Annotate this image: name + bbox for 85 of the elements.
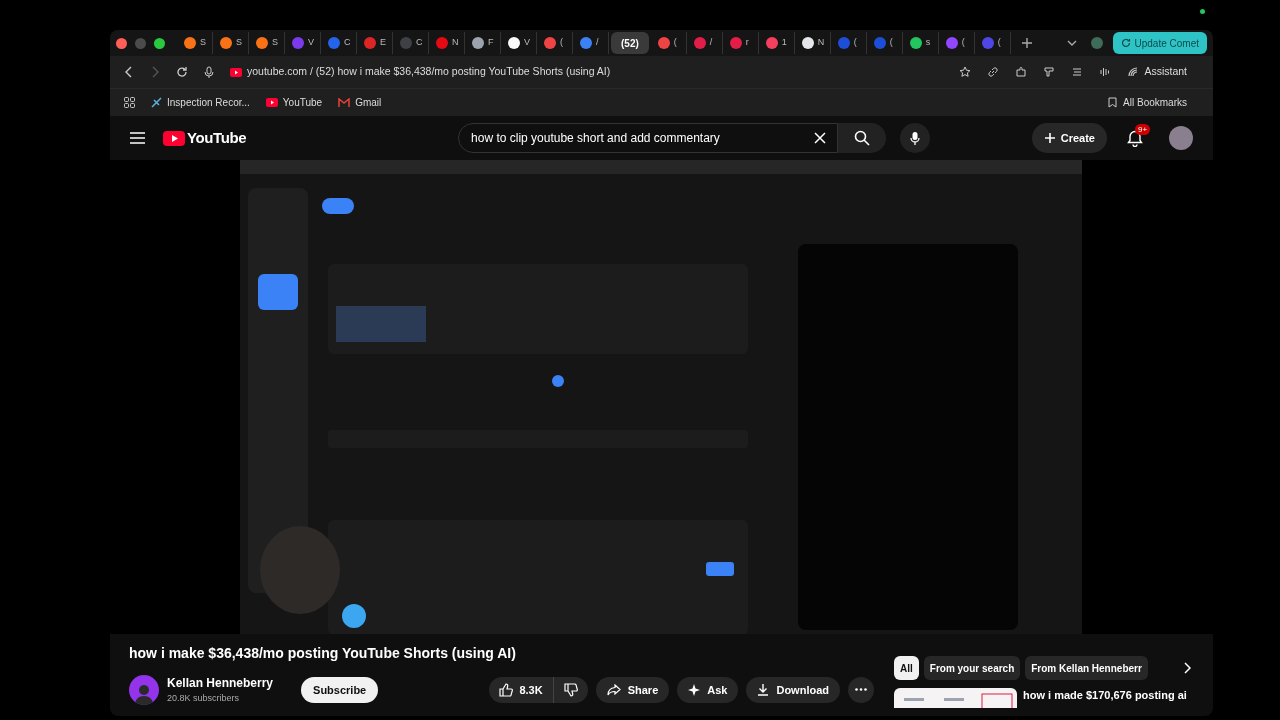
link-icon[interactable] bbox=[987, 66, 1000, 78]
more-button[interactable] bbox=[848, 676, 874, 703]
browser-tab[interactable]: C bbox=[321, 32, 357, 54]
channel-avatar[interactable] bbox=[129, 674, 159, 705]
share-icon bbox=[606, 683, 621, 696]
filter-chip[interactable]: From your search bbox=[923, 656, 1021, 680]
subscriber-count: 20.8K subscribers bbox=[167, 692, 241, 705]
star-icon[interactable] bbox=[959, 66, 972, 78]
download-icon bbox=[757, 683, 770, 697]
browser-tab[interactable]: ( bbox=[938, 32, 975, 54]
youtube-logo-icon[interactable] bbox=[163, 130, 185, 146]
browser-tab[interactable]: / bbox=[573, 32, 609, 54]
new-tab-icon[interactable] bbox=[1020, 37, 1033, 49]
ask-button[interactable]: Ask bbox=[677, 676, 739, 703]
browser-tab[interactable]: ( bbox=[974, 32, 1011, 54]
back-icon[interactable] bbox=[124, 66, 134, 78]
microphone-icon[interactable] bbox=[204, 65, 214, 79]
youtube-logo[interactable]: YouTube bbox=[187, 126, 247, 150]
chevron-right-icon[interactable] bbox=[1183, 662, 1191, 674]
browser-tab[interactable]: F bbox=[465, 32, 501, 54]
all-bookmarks-button[interactable]: All Bookmarks bbox=[1108, 95, 1187, 110]
search-field[interactable]: how to clip youtube short and add commentary bbox=[458, 123, 839, 153]
youtube-icon bbox=[230, 67, 242, 77]
browser-tab[interactable]: s bbox=[902, 32, 939, 54]
browser-tab[interactable]: C bbox=[393, 32, 429, 54]
browser-tab[interactable]: N bbox=[429, 32, 465, 54]
browser-tab[interactable]: N bbox=[794, 32, 831, 54]
filter-chip[interactable]: From Kellan Henneberr bbox=[1025, 656, 1148, 680]
browser-tab[interactable]: (52) bbox=[611, 32, 649, 54]
channel-name[interactable]: Kellan Henneberry bbox=[167, 674, 274, 692]
clear-icon[interactable] bbox=[814, 132, 827, 144]
reload-icon[interactable] bbox=[176, 66, 188, 78]
more-icon bbox=[855, 688, 867, 692]
refresh-icon bbox=[1120, 38, 1131, 48]
browser-tab[interactable]: S bbox=[249, 32, 285, 54]
zoom-window-button[interactable] bbox=[154, 37, 165, 49]
browser-tab[interactable]: ( bbox=[830, 32, 867, 54]
recommended-video-title[interactable]: how i made $170,676 posting ai bbox=[1023, 688, 1187, 708]
search-button[interactable] bbox=[838, 123, 887, 153]
assistant-icon bbox=[1127, 66, 1140, 78]
browser-tab[interactable]: S bbox=[177, 32, 213, 54]
filter-chip[interactable]: All bbox=[894, 656, 919, 680]
plus-icon bbox=[1043, 132, 1056, 144]
bookmark[interactable]: Gmail bbox=[338, 95, 382, 110]
waveform-icon[interactable] bbox=[1099, 66, 1112, 78]
create-button[interactable]: Create bbox=[1031, 123, 1107, 153]
browser-tab[interactable]: / bbox=[686, 32, 723, 54]
browser-tab[interactable]: ( bbox=[866, 32, 903, 54]
chevron-down-icon[interactable] bbox=[1066, 39, 1077, 47]
search-icon bbox=[854, 130, 871, 146]
bookmark[interactable]: Inspection Recor... bbox=[151, 95, 250, 110]
browser-tab[interactable]: ( bbox=[650, 32, 687, 54]
browser-tab[interactable]: r bbox=[722, 32, 759, 54]
brush-icon[interactable] bbox=[1043, 66, 1056, 78]
menu-icon[interactable] bbox=[130, 132, 145, 144]
browser-tab[interactable]: V bbox=[285, 32, 321, 54]
download-button[interactable]: Download bbox=[746, 676, 840, 703]
thumbs-up-icon bbox=[499, 682, 514, 697]
share-button[interactable]: Share bbox=[595, 676, 670, 703]
address-bar[interactable]: youtube.com / (52) how i make $36,438/mo posting YouTube Shorts (using AI) bbox=[230, 64, 944, 80]
browser-tab[interactable]: V bbox=[501, 32, 537, 54]
notification-badge: 9+ bbox=[1135, 123, 1151, 135]
list-icon[interactable] bbox=[1071, 66, 1084, 78]
thumbs-down-icon bbox=[563, 682, 578, 697]
assistant-button[interactable]: Assistant bbox=[1127, 64, 1187, 80]
youtube-icon bbox=[265, 98, 278, 107]
page-url: youtube.com / (52) how i make $36,438/mo posting YouTube Shorts (using AI) bbox=[247, 64, 611, 80]
subscribe-button[interactable]: Subscribe bbox=[301, 676, 379, 703]
browser-tab[interactable]: ( bbox=[537, 32, 573, 54]
video-title: how i make $36,438/mo posting YouTube Shorts (using AI) bbox=[129, 644, 517, 663]
browser-tab[interactable]: 1 bbox=[758, 32, 795, 54]
close-window-button[interactable] bbox=[116, 37, 127, 49]
profile-icon[interactable] bbox=[1090, 37, 1103, 49]
sparkle-icon bbox=[688, 683, 701, 696]
avatar[interactable] bbox=[1169, 126, 1193, 150]
apps-grid-icon[interactable] bbox=[124, 97, 135, 108]
bookmark[interactable]: YouTube bbox=[265, 95, 323, 110]
voice-search-button[interactable] bbox=[900, 123, 931, 153]
browser-tab[interactable]: E bbox=[357, 32, 393, 54]
microphone-icon bbox=[910, 130, 921, 146]
browser-tab[interactable]: S bbox=[213, 32, 249, 54]
person-icon bbox=[135, 682, 153, 705]
bookmark-icon bbox=[1108, 97, 1118, 108]
update-button[interactable]: Update Comet bbox=[1112, 32, 1207, 54]
mail-icon bbox=[338, 98, 351, 107]
